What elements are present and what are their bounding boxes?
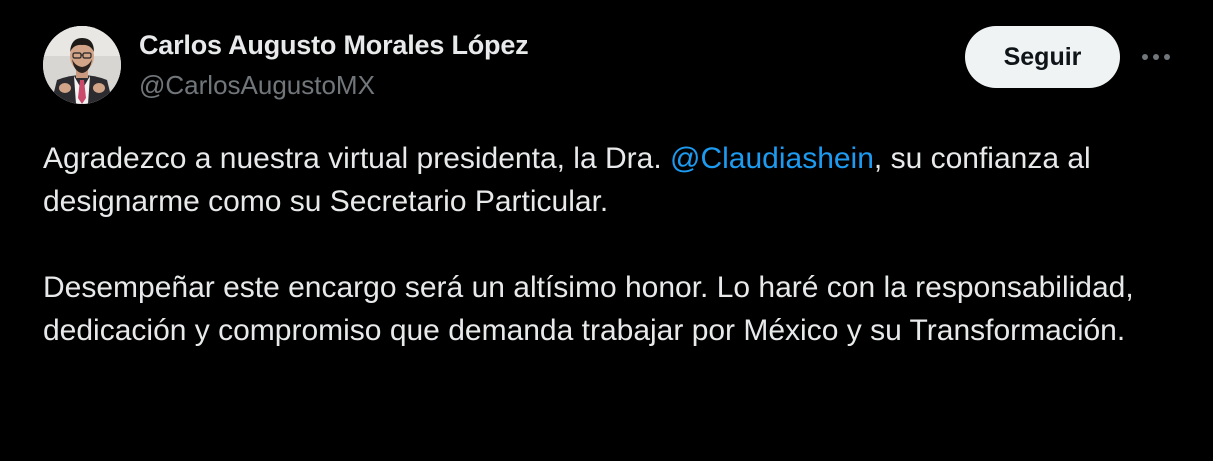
tweet-card: Carlos Augusto Morales López @CarlosAugu… <box>0 0 1213 461</box>
mention-link[interactable]: @Claudiashein <box>670 142 874 175</box>
avatar[interactable] <box>43 26 121 104</box>
tweet-paragraph-2: Desempeñar este encargo será un altísimo… <box>43 271 1134 347</box>
tweet-text-part: Agradezco a nuestra virtual presidenta, … <box>43 142 670 175</box>
follow-button[interactable]: Seguir <box>965 26 1120 88</box>
more-options-button[interactable] <box>1141 42 1171 72</box>
author-handle[interactable]: @CarlosAugustoMX <box>139 70 375 101</box>
tweet-text: Agradezco a nuestra virtual presidenta, … <box>43 137 1183 352</box>
more-horizontal-icon <box>1142 54 1170 60</box>
author-name[interactable]: Carlos Augusto Morales López <box>139 30 529 61</box>
tweet-paragraph-1: Agradezco a nuestra virtual presidenta, … <box>43 137 1183 223</box>
avatar-image <box>43 26 121 104</box>
